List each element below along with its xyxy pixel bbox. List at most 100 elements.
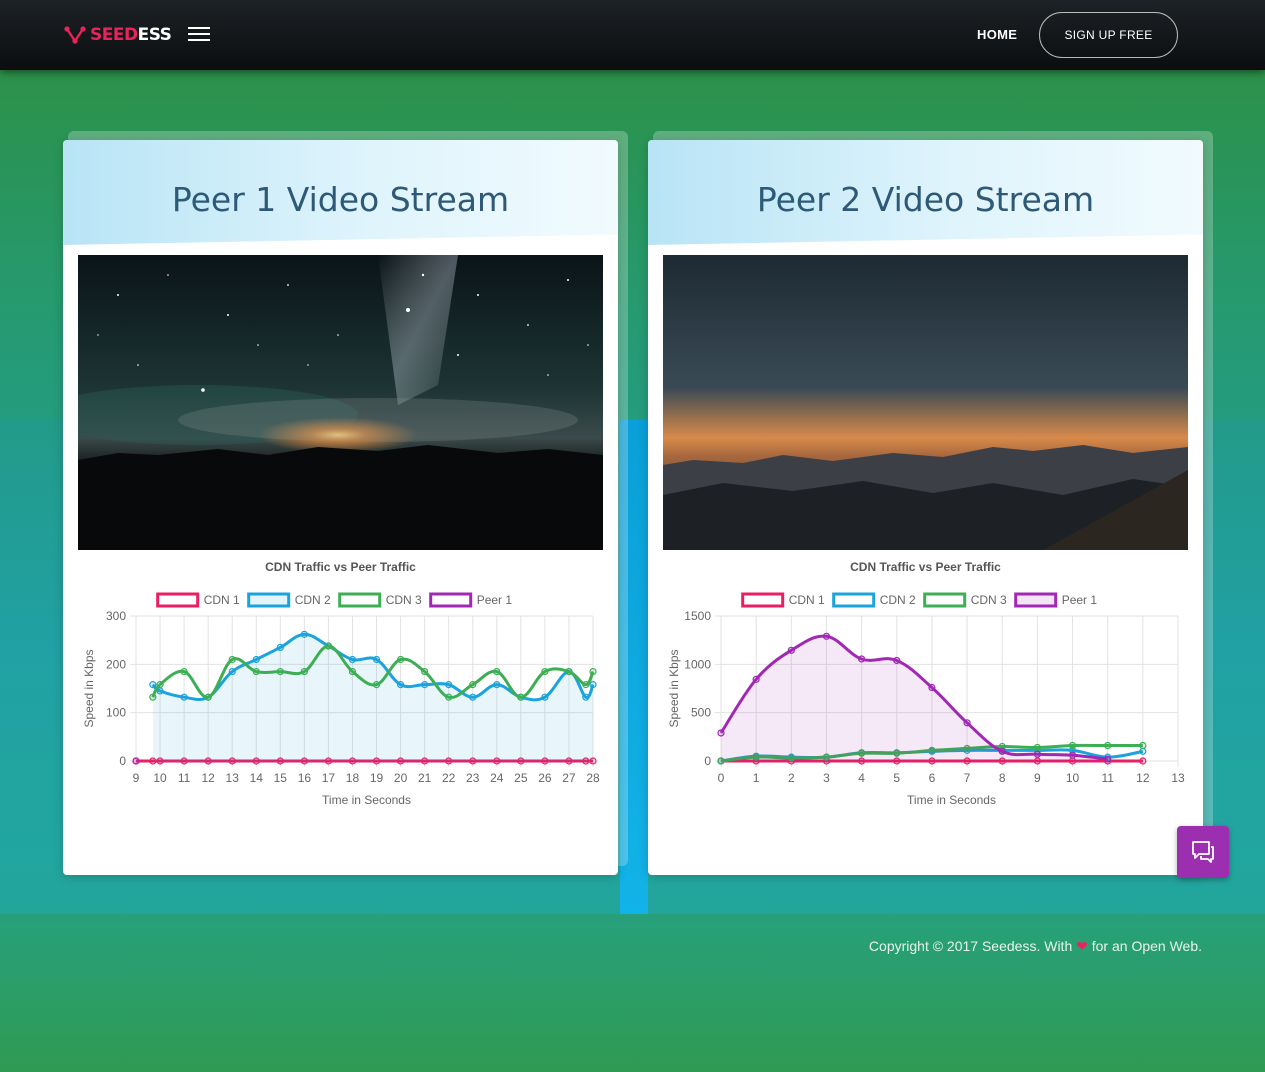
legend-swatch: [923, 592, 967, 608]
data-point: [1104, 755, 1112, 763]
x-tick-label: 14: [250, 771, 264, 785]
y-tick-label: 1000: [684, 657, 711, 671]
x-tick-label: 2: [788, 771, 795, 785]
x-tick-label: 4: [858, 771, 865, 785]
x-tick-label: 13: [1171, 771, 1185, 785]
legend-swatch: [1014, 592, 1058, 608]
data-point: [1068, 741, 1077, 750]
brand-icon: [64, 26, 86, 44]
brand-name: SEEDESS: [90, 25, 172, 45]
y-tick-label: 0: [119, 754, 126, 768]
peer-1-card: Peer 1 Video Stream CDN Traffic vs Peer …: [63, 140, 618, 875]
data-point: [300, 630, 308, 638]
x-tick-label: 12: [1136, 771, 1150, 785]
x-tick-label: 8: [999, 771, 1006, 785]
brand-name-part-a: SEED: [90, 25, 138, 45]
chart-title: CDN Traffic vs Peer Traffic: [265, 560, 416, 574]
card-title: Peer 1 Video Stream: [171, 180, 510, 219]
brand-name-part-b: ESS: [137, 25, 172, 45]
data-point: [180, 667, 188, 676]
data-point: [469, 681, 477, 689]
data-point: [180, 693, 188, 701]
data-point: [541, 693, 549, 701]
x-tick-label: 0: [718, 771, 725, 785]
data-point: [541, 667, 549, 676]
data-point: [1068, 751, 1077, 759]
data-point: [1033, 750, 1041, 758]
menu-icon[interactable]: [188, 27, 210, 43]
data-point: [1139, 747, 1147, 755]
data-point: [858, 655, 866, 663]
data-point: [204, 693, 212, 701]
series-cdn-2: [149, 630, 597, 761]
legend-label: CDN 2: [295, 593, 331, 607]
data-point: [324, 642, 333, 650]
data-point: [517, 693, 525, 701]
data-point: [582, 693, 590, 701]
x-tick-label: 10: [1066, 771, 1080, 785]
data-point: [787, 646, 795, 654]
legend-label: CDN 2: [880, 593, 916, 607]
data-point: [421, 667, 429, 676]
data-point: [1139, 741, 1147, 750]
video-player[interactable]: [78, 255, 603, 550]
x-tick-label: 13: [226, 771, 240, 785]
x-tick-label: 11: [178, 771, 191, 785]
chart-legend: CDN 1 CDN 2 CDN 3 Peer 1: [741, 592, 1098, 608]
x-tick-label: 24: [490, 771, 504, 785]
brand-logo[interactable]: SEEDESS: [64, 24, 172, 46]
data-point: [372, 655, 381, 664]
legend-swatch: [741, 592, 785, 608]
data-point: [149, 693, 157, 701]
data-point: [132, 757, 140, 765]
y-tick-label: 200: [106, 657, 126, 671]
chart-title: CDN Traffic vs Peer Traffic: [850, 560, 1001, 574]
chart-legend: CDN 1 CDN 2 CDN 3 Peer 1: [156, 592, 513, 608]
data-point: [348, 655, 357, 664]
x-tick-label: 11: [1101, 771, 1114, 785]
data-point: [149, 681, 157, 689]
nav-home-link[interactable]: HOME: [977, 27, 1017, 42]
legend-label: CDN 1: [789, 593, 825, 607]
data-point: [252, 667, 260, 676]
legend-swatch: [429, 592, 473, 608]
legend-label: Peer 1: [477, 593, 513, 607]
data-point: [421, 681, 429, 689]
peer-2-traffic-chart: 0500100015000 1 2 3 4 5 6 7 8 9 10 11 12 13Time in Se…: [667, 592, 1185, 807]
x-tick-label: 25: [514, 771, 528, 785]
legend-label: Peer 1: [1062, 593, 1098, 607]
data-point: [893, 656, 901, 665]
data-point: [822, 632, 831, 640]
chat-button[interactable]: [1177, 826, 1229, 878]
x-tick-label: 9: [133, 771, 140, 785]
x-tick-label: 12: [201, 771, 215, 785]
data-point: [396, 655, 405, 664]
x-tick-label: 22: [442, 771, 456, 785]
x-tick-label: 20: [394, 771, 408, 785]
data-point: [276, 643, 284, 652]
data-point: [228, 667, 236, 676]
data-point: [1033, 743, 1041, 752]
x-tick-label: 17: [322, 771, 336, 785]
legend-swatch: [247, 592, 291, 608]
data-point: [276, 667, 284, 676]
series-area: [721, 636, 1108, 761]
data-point: [589, 681, 597, 689]
data-point: [348, 667, 357, 676]
x-tick-label: 3: [823, 771, 830, 785]
signup-button[interactable]: SIGN UP FREE: [1039, 12, 1178, 58]
y-tick-label: 0: [704, 754, 711, 768]
footer-copyright: Copyright © 2017 Seedess. With ❤ for an …: [869, 938, 1202, 955]
data-point: [998, 747, 1006, 755]
data-point: [717, 729, 725, 737]
y-axis-label: Speed in Kbps: [667, 649, 681, 727]
data-point: [928, 683, 936, 692]
x-tick-label: 6: [929, 771, 936, 785]
data-point: [445, 681, 453, 689]
video-frame-sunset-mountains: [663, 255, 1188, 550]
video-player[interactable]: [663, 255, 1188, 550]
x-tick-label: 16: [298, 771, 312, 785]
x-tick-label: 10: [153, 771, 167, 785]
navbar: SEEDESS HOME SIGN UP FREE: [0, 0, 1265, 70]
y-axis-label: Speed in Kbps: [82, 649, 96, 727]
